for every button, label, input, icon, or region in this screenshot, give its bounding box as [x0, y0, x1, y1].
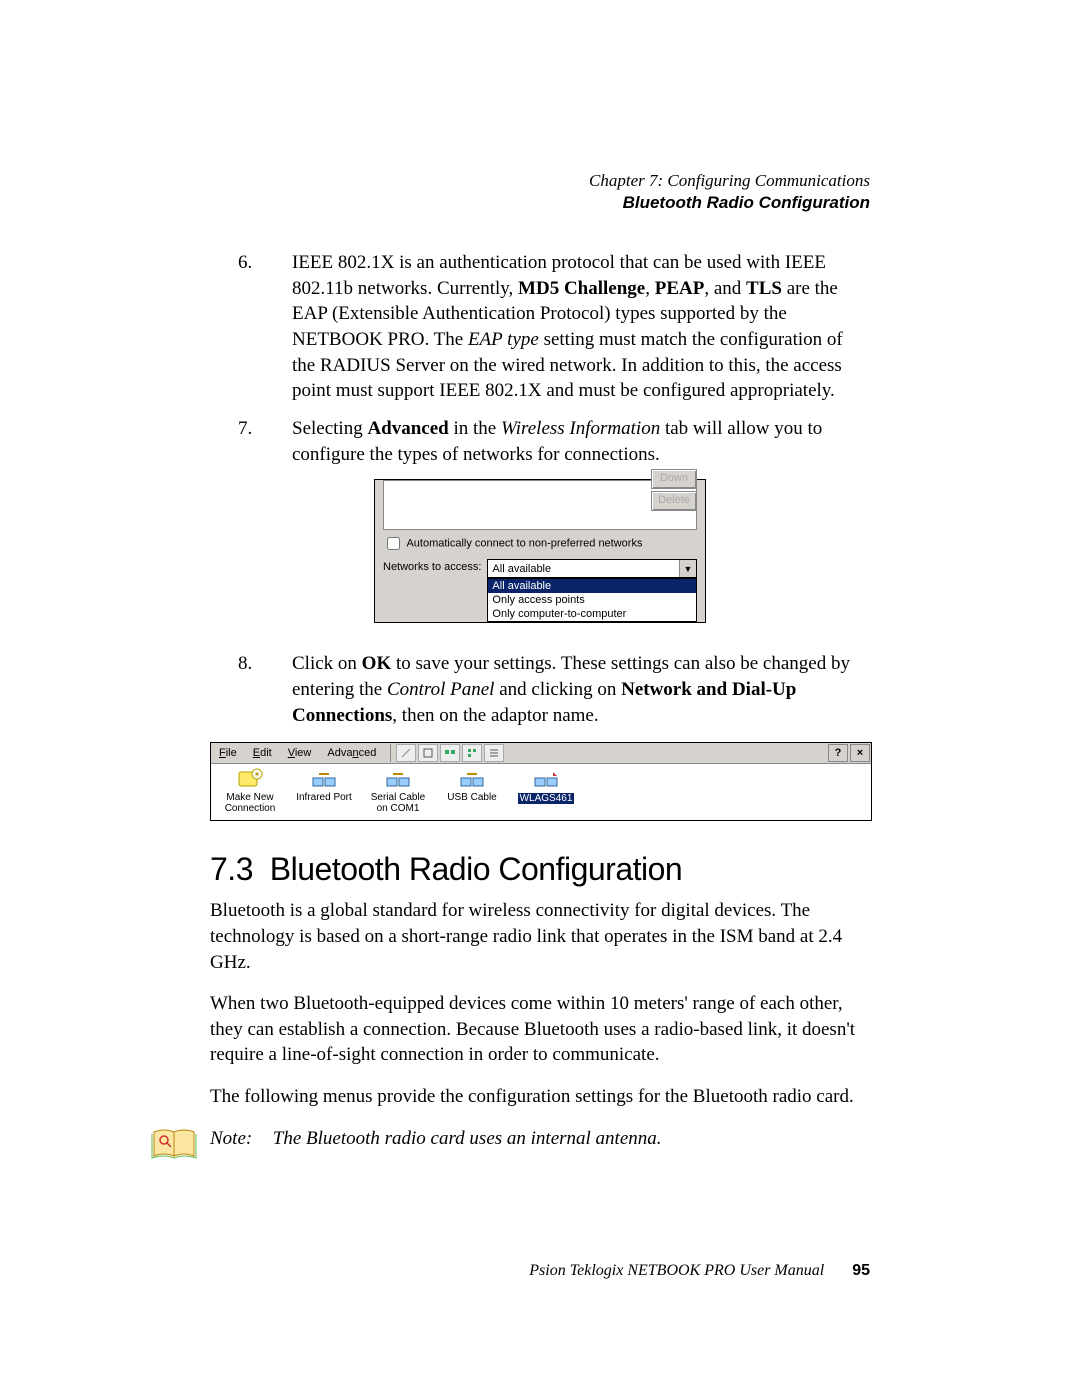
- connection-icon: [459, 768, 485, 790]
- toolbar-icon[interactable]: [396, 744, 416, 762]
- body-p1: Bluetooth is a global standard for wirel…: [210, 898, 870, 975]
- step-text: Click on OK to save your settings. These…: [292, 651, 870, 728]
- chapter-label: Chapter 7: Configuring Communications: [210, 170, 870, 192]
- delete-button[interactable]: Delete: [651, 491, 697, 511]
- toolbar-icon[interactable]: [418, 744, 438, 762]
- connection-icon: [311, 768, 337, 790]
- section-heading: 7.3 Bluetooth Radio Configuration: [210, 851, 870, 888]
- note-text: Note: The Bluetooth radio card uses an i…: [210, 1126, 662, 1152]
- auto-connect-row: Automatically connect to non-preferred n…: [375, 530, 705, 557]
- body-p3: The following menus provide the configur…: [210, 1084, 870, 1110]
- toolbar-icon[interactable]: [484, 744, 504, 762]
- steps-list-cont: 8. Click on OK to save your settings. Th…: [210, 651, 870, 728]
- page: Chapter 7: Configuring Communications Bl…: [0, 0, 1080, 1380]
- svg-text:✶: ✶: [254, 770, 261, 779]
- connection-icon: [385, 768, 411, 790]
- combo-option[interactable]: Only access points: [488, 593, 696, 607]
- connections-window-screenshot: File Edit View Advanced ? × ✶ Make NewCo…: [210, 742, 872, 821]
- combo-selected[interactable]: All available ▼: [487, 559, 697, 578]
- auto-connect-checkbox[interactable]: [387, 537, 400, 550]
- conn-make-new[interactable]: ✶ Make NewConnection: [215, 768, 285, 814]
- toolbar-icon[interactable]: [462, 744, 482, 762]
- header-subtitle: Bluetooth Radio Configuration: [210, 192, 870, 214]
- combo-option[interactable]: Only computer-to-computer: [488, 607, 696, 621]
- page-footer: Psion Teklogix NETBOOK PRO User Manual 9…: [210, 1262, 870, 1280]
- conn-usb[interactable]: USB Cable: [437, 768, 507, 814]
- manual-title: Psion Teklogix NETBOOK PRO User Manual: [529, 1262, 824, 1280]
- step-number: 8.: [210, 651, 292, 728]
- networks-access-row: Networks to access: All available ▼ All …: [375, 557, 705, 622]
- new-connection-icon: ✶: [237, 768, 263, 790]
- menu-view[interactable]: View: [280, 745, 320, 761]
- chevron-down-icon[interactable]: ▼: [679, 560, 696, 577]
- note-row: Note: The Bluetooth radio card uses an i…: [150, 1126, 870, 1162]
- step-number: 6.: [210, 250, 292, 404]
- step-6: 6. IEEE 802.1X is an authentication prot…: [210, 250, 870, 404]
- close-button[interactable]: ×: [850, 744, 870, 762]
- step-text: IEEE 802.1X is an authentication protoco…: [292, 250, 870, 404]
- auto-connect-label: Automatically connect to non-preferred n…: [406, 538, 642, 550]
- steps-list: 6. IEEE 802.1X is an authentication prot…: [210, 250, 870, 467]
- connections-icons-row: ✶ Make NewConnection Infrared Port Seria…: [211, 764, 871, 820]
- conn-serial[interactable]: Serial Cableon COM1: [363, 768, 433, 814]
- down-button[interactable]: Down: [651, 469, 697, 489]
- wlan-adapter-icon: [533, 768, 559, 790]
- networks-access-label: Networks to access:: [383, 559, 481, 573]
- combo-dropdown[interactable]: All available Only access points Only co…: [487, 578, 697, 622]
- help-button[interactable]: ?: [828, 744, 848, 762]
- step-8: 8. Click on OK to save your settings. Th…: [210, 651, 870, 728]
- step-7: 7. Selecting Advanced in the Wireless In…: [210, 416, 870, 467]
- page-number: 95: [852, 1262, 870, 1280]
- toolbar-icons: [390, 744, 505, 762]
- toolbar-icon[interactable]: [440, 744, 460, 762]
- combo-option[interactable]: All available: [488, 579, 696, 593]
- step-text: Selecting Advanced in the Wireless Infor…: [292, 416, 870, 467]
- selected-adapter-label: WLAGS461: [518, 793, 575, 804]
- step-number: 7.: [210, 416, 292, 467]
- menubar: File Edit View Advanced ? ×: [211, 743, 871, 764]
- page-header: Chapter 7: Configuring Communications Bl…: [210, 170, 870, 214]
- conn-wlags461[interactable]: WLAGS461: [511, 768, 581, 814]
- book-icon: [150, 1126, 200, 1162]
- networks-access-combo[interactable]: All available ▼ All available Only acces…: [487, 559, 697, 622]
- menu-edit[interactable]: Edit: [245, 745, 280, 761]
- conn-infrared[interactable]: Infrared Port: [289, 768, 359, 814]
- wireless-dialog-screenshot: Down Delete Automatically connect to non…: [374, 479, 706, 623]
- menu-advanced[interactable]: Advanced: [319, 745, 384, 761]
- menu-file[interactable]: File: [211, 745, 245, 761]
- networks-listbox: Down Delete: [383, 480, 697, 530]
- body-p2: When two Bluetooth-equipped devices come…: [210, 991, 870, 1068]
